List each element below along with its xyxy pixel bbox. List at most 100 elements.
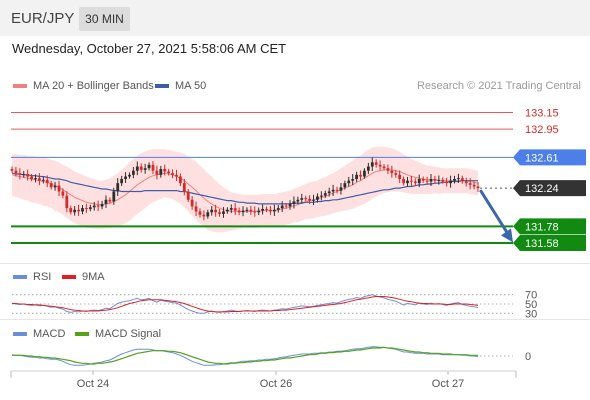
chart-canvas: 133.15132.95132.61132.24131.78131.587050… bbox=[10, 107, 586, 390]
candle-body bbox=[464, 181, 468, 184]
candle-body bbox=[73, 209, 77, 213]
candle-body bbox=[312, 199, 315, 201]
candle-body bbox=[335, 189, 339, 191]
candle-body bbox=[112, 191, 116, 202]
candle-body bbox=[100, 203, 104, 207]
candle-body bbox=[92, 205, 96, 208]
candle-body bbox=[366, 166, 370, 171]
candle-body bbox=[124, 176, 127, 179]
candle-body bbox=[135, 166, 139, 171]
candle-body bbox=[331, 189, 335, 192]
candle-body bbox=[159, 169, 163, 175]
candle-body bbox=[143, 168, 147, 170]
support-price-label: 131.78 bbox=[525, 221, 559, 233]
candle-body bbox=[280, 205, 284, 209]
candle-body bbox=[104, 199, 108, 204]
candle-body bbox=[206, 212, 210, 217]
candle-body bbox=[272, 209, 276, 212]
candle-body bbox=[81, 208, 84, 212]
candle-body bbox=[370, 162, 374, 167]
support-price-label: 131.58 bbox=[525, 238, 559, 250]
candle-body bbox=[38, 178, 41, 181]
candle-body bbox=[249, 209, 253, 212]
candle-body bbox=[225, 209, 229, 212]
candle-body bbox=[265, 208, 268, 210]
candle-body bbox=[347, 180, 351, 184]
candle-body bbox=[284, 205, 288, 207]
candle-body bbox=[410, 180, 413, 182]
candle-body bbox=[218, 212, 221, 214]
candle-body bbox=[202, 214, 206, 217]
candle-body bbox=[355, 174, 359, 179]
candle-body bbox=[394, 173, 398, 175]
x-tick-label: Oct 27 bbox=[432, 378, 464, 390]
candle-body bbox=[30, 176, 33, 179]
candle-body bbox=[88, 207, 92, 209]
candle-body bbox=[198, 211, 202, 215]
candle-body bbox=[61, 191, 65, 196]
candle-body bbox=[245, 209, 249, 211]
candle-body bbox=[308, 198, 312, 201]
candle-body bbox=[300, 198, 304, 200]
candle-body bbox=[186, 191, 190, 200]
candle-body bbox=[351, 179, 355, 181]
candle-body bbox=[441, 179, 445, 182]
candle-body bbox=[155, 170, 159, 175]
candle-body bbox=[65, 195, 69, 209]
candle-body bbox=[378, 164, 382, 167]
candle-body bbox=[116, 183, 120, 192]
candle-body bbox=[222, 211, 225, 214]
candle-body bbox=[210, 209, 214, 213]
candle-body bbox=[413, 181, 417, 184]
candle-body bbox=[175, 174, 178, 177]
candle-body bbox=[319, 195, 323, 197]
candle-body bbox=[304, 198, 308, 200]
candle-body bbox=[22, 174, 26, 176]
candle-body bbox=[261, 208, 265, 211]
candle-body bbox=[343, 183, 347, 188]
x-tick-label: Oct 26 bbox=[260, 378, 292, 390]
candle-body bbox=[26, 174, 30, 177]
candle-body bbox=[449, 180, 452, 184]
candle-body bbox=[323, 193, 327, 196]
candle-body bbox=[359, 174, 362, 177]
candle-body bbox=[406, 180, 409, 184]
candle-body bbox=[292, 201, 296, 204]
candle-body bbox=[77, 209, 80, 212]
candle-body bbox=[96, 205, 100, 207]
candle-body bbox=[139, 166, 143, 170]
candle-body bbox=[53, 185, 57, 188]
rsi-level-label: 30 bbox=[525, 308, 537, 320]
candle-body bbox=[363, 170, 366, 177]
candle-body bbox=[178, 176, 182, 184]
candle-body bbox=[171, 173, 174, 175]
candle-body bbox=[229, 208, 233, 210]
resistance-level-label: 132.95 bbox=[525, 124, 559, 136]
candle-body bbox=[460, 178, 464, 182]
candle-body bbox=[390, 170, 394, 174]
candle-body bbox=[163, 169, 167, 172]
candle-body bbox=[41, 179, 45, 181]
candle-body bbox=[147, 164, 151, 169]
candle-body bbox=[417, 179, 421, 184]
candle-body bbox=[45, 179, 49, 184]
candle-body bbox=[14, 170, 18, 174]
candle-body bbox=[437, 179, 441, 181]
candle-body bbox=[402, 179, 405, 184]
candle-body bbox=[453, 179, 456, 181]
candle-body bbox=[382, 166, 386, 169]
candle-body bbox=[398, 174, 402, 179]
x-tick-label: Oct 24 bbox=[77, 378, 109, 390]
candle-body bbox=[296, 199, 300, 202]
candle-body bbox=[233, 208, 237, 211]
candle-body bbox=[194, 206, 198, 212]
candle-body bbox=[316, 196, 319, 200]
candle-body bbox=[374, 162, 378, 165]
resistance-level-label: 133.15 bbox=[525, 107, 559, 119]
candle-body bbox=[151, 164, 155, 171]
candle-body bbox=[269, 209, 272, 212]
bollinger-band bbox=[12, 146, 478, 233]
candle-body bbox=[476, 186, 480, 189]
candle-body bbox=[69, 208, 73, 213]
candle-body bbox=[327, 191, 331, 194]
